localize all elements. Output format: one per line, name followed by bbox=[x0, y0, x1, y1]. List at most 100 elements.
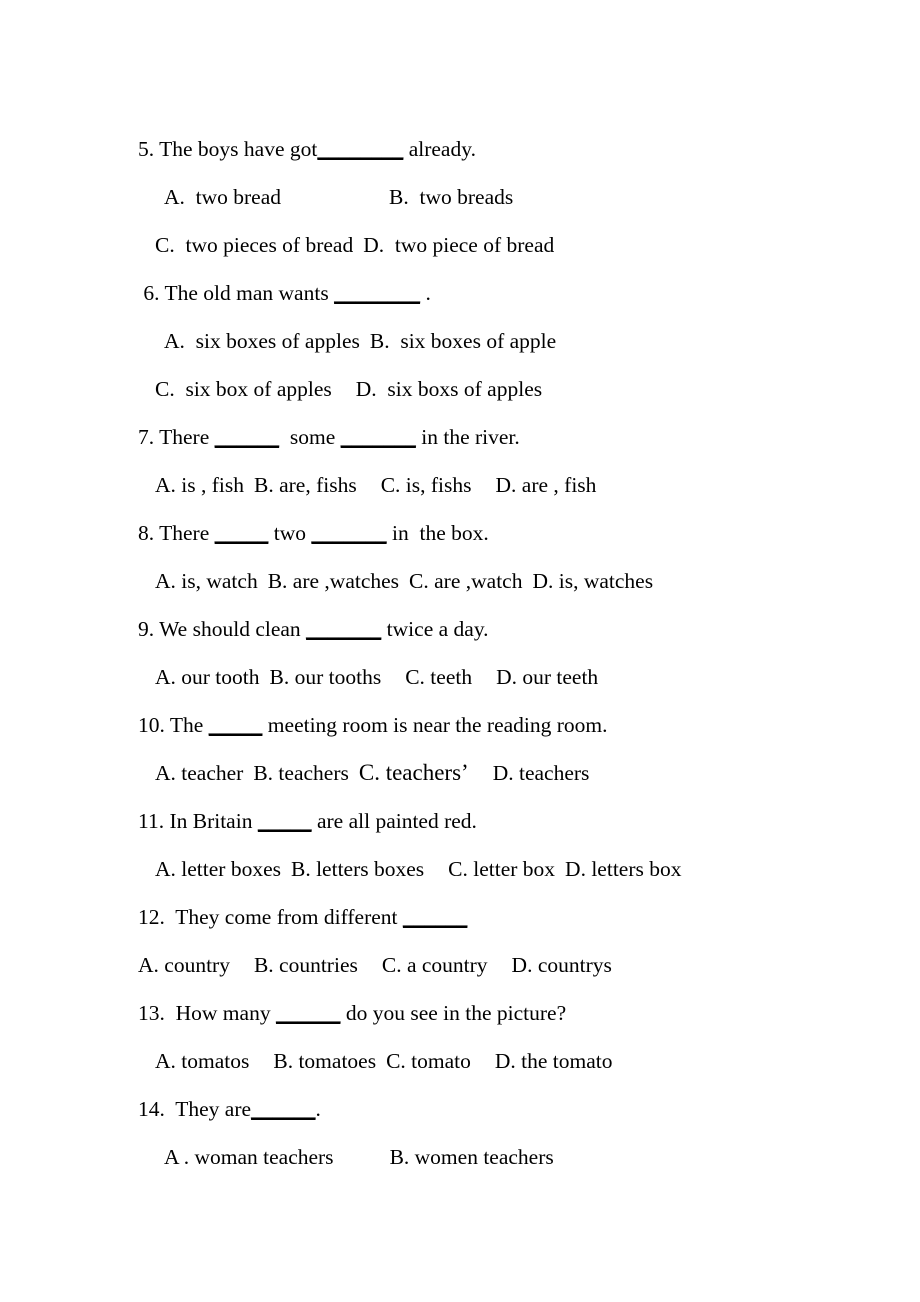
option-14-b[interactable]: B. women teachers bbox=[390, 1145, 554, 1169]
option-13-c[interactable]: C. tomato bbox=[386, 1049, 471, 1073]
option-9-a[interactable]: A. our tooth bbox=[155, 665, 260, 689]
option-8-c[interactable]: C. are ,watch bbox=[409, 569, 522, 593]
question-stem-12-text: 12. They come from different bbox=[138, 905, 403, 929]
question-stem-6: 6. The old man wants ________ . bbox=[0, 269, 920, 317]
option-12-a[interactable]: A. country bbox=[138, 953, 230, 977]
question-stem-5-text: 5. The boys have got bbox=[138, 137, 318, 161]
option-11-d[interactable]: D. letters box bbox=[565, 857, 681, 881]
question-blank-12: ______ bbox=[402, 905, 468, 929]
question-stem-7: 7. There ______ some _______ in the rive… bbox=[0, 413, 920, 461]
option-10-a[interactable]: A. teacher bbox=[155, 761, 243, 785]
option-10-d[interactable]: D. teachers bbox=[493, 761, 590, 785]
option-row-5-cd: C. two pieces of bread D. two piece of br… bbox=[0, 221, 920, 269]
option-13-b[interactable]: B. tomatoes bbox=[273, 1049, 376, 1073]
option-5-c[interactable]: C. two pieces of bread bbox=[155, 233, 353, 257]
question-stem-10-after: meeting room is near the reading room. bbox=[262, 713, 608, 737]
option-8-d[interactable]: D. is, watches bbox=[532, 569, 653, 593]
option-9-d[interactable]: D. our teeth bbox=[496, 665, 598, 689]
question-stem-8-text: 8. There bbox=[138, 521, 215, 545]
question-stem-11-after: are all painted red. bbox=[311, 809, 477, 833]
question-stem-6-after: . bbox=[420, 281, 431, 305]
option-row-9: A. our tooth B. our tooths C. teeth D. our … bbox=[0, 653, 920, 701]
question-stem-8-mid: two bbox=[268, 521, 312, 545]
option-12-d[interactable]: D. countrys bbox=[512, 953, 612, 977]
question-block-13: 13. How many ______ do you see in the pi… bbox=[0, 989, 920, 1085]
question-block-14: 14. They are______. A . woman teachers B.… bbox=[0, 1085, 920, 1181]
option-10-b[interactable]: B. teachers bbox=[253, 761, 349, 785]
question-stem-6-text: 6. The old man wants bbox=[138, 281, 335, 305]
question-stem-11: 11. In Britain _____ are all painted red… bbox=[0, 797, 920, 845]
option-12-b[interactable]: B. countries bbox=[254, 953, 358, 977]
option-7-a[interactable]: A. is , fish bbox=[155, 473, 244, 497]
question-stem-8: 8. There _____ two _______ in the box. bbox=[0, 509, 920, 557]
option-row-6-cd: C. six box of apples D. six boxs of apple… bbox=[0, 365, 920, 413]
option-row-5-ab: A. two bread B. two breads bbox=[0, 173, 920, 221]
option-row-7: A. is , fish B. are, fishs C. is, fishs D. … bbox=[0, 461, 920, 509]
option-8-b[interactable]: B. are ,watches bbox=[268, 569, 399, 593]
worksheet-page: 5. The boys have got________ already. A.… bbox=[0, 0, 920, 1302]
question-block-10: 10. The _____ meeting room is near the r… bbox=[0, 701, 920, 797]
question-stem-10: 10. The _____ meeting room is near the r… bbox=[0, 701, 920, 749]
option-5-a[interactable]: A. two bread bbox=[164, 185, 281, 209]
question-block-11: 11. In Britain _____ are all painted red… bbox=[0, 797, 920, 893]
question-blank-10: _____ bbox=[208, 713, 263, 737]
option-row-10: A. teacher B. teachers C. teachers’ D. teac… bbox=[0, 749, 920, 797]
question-stem-13: 13. How many ______ do you see in the pi… bbox=[0, 989, 920, 1037]
option-7-c[interactable]: C. is, fishs bbox=[381, 473, 472, 497]
question-stem-13-after: do you see in the picture? bbox=[340, 1001, 567, 1025]
question-stem-7-mid: some bbox=[279, 425, 341, 449]
question-blank-8-1: _____ bbox=[214, 521, 269, 545]
question-blank-13: ______ bbox=[275, 1001, 341, 1025]
option-11-a[interactable]: A. letter boxes bbox=[155, 857, 281, 881]
question-stem-14-after: . bbox=[315, 1097, 321, 1121]
question-stem-5-after: already. bbox=[403, 137, 476, 161]
question-blank-7-2: _______ bbox=[340, 425, 416, 449]
question-stem-9-after: twice a day. bbox=[381, 617, 489, 641]
question-blank-6: ________ bbox=[334, 281, 421, 305]
option-6-b[interactable]: B. six boxes of apple bbox=[370, 329, 556, 353]
question-stem-10-text: 10. The bbox=[138, 713, 209, 737]
question-stem-13-text: 13. How many bbox=[138, 1001, 276, 1025]
question-blank-7-1: ______ bbox=[214, 425, 280, 449]
option-6-a[interactable]: A. six boxes of apples bbox=[164, 329, 360, 353]
option-6-c[interactable]: C. six box of apples bbox=[155, 377, 332, 401]
option-12-c[interactable]: C. a country bbox=[382, 953, 488, 977]
question-stem-5: 5. The boys have got________ already. bbox=[0, 125, 920, 173]
question-blank-5: ________ bbox=[317, 137, 404, 161]
option-11-b[interactable]: B. letters boxes bbox=[291, 857, 424, 881]
option-14-a[interactable]: A . woman teachers bbox=[164, 1145, 334, 1169]
option-row-14: A . woman teachers B. women teachers bbox=[0, 1133, 920, 1181]
option-row-8: A. is, watch B. are ,watches C. are ,watch… bbox=[0, 557, 920, 605]
option-13-a[interactable]: A. tomatos bbox=[155, 1049, 249, 1073]
question-blank-11: _____ bbox=[257, 809, 312, 833]
question-stem-14-text: 14. They are bbox=[138, 1097, 252, 1121]
option-5-b[interactable]: B. two breads bbox=[389, 185, 513, 209]
option-5-d[interactable]: D. two piece of bread bbox=[363, 233, 554, 257]
question-stem-8-after: in the box. bbox=[386, 521, 489, 545]
question-stem-11-text: 11. In Britain bbox=[138, 809, 258, 833]
question-blank-14: ______ bbox=[251, 1097, 316, 1121]
option-9-c[interactable]: C. teeth bbox=[405, 665, 472, 689]
question-stem-12: 12. They come from different ______ bbox=[0, 893, 920, 941]
option-11-c[interactable]: C. letter box bbox=[448, 857, 555, 881]
question-block-6: 6. The old man wants ________ . A. six b… bbox=[0, 269, 920, 413]
option-row-11: A. letter boxes B. letters boxes C. letter… bbox=[0, 845, 920, 893]
option-8-a[interactable]: A. is, watch bbox=[155, 569, 258, 593]
question-block-12: 12. They come from different ______ A. c… bbox=[0, 893, 920, 989]
question-block-5: 5. The boys have got________ already. A.… bbox=[0, 125, 920, 269]
option-7-b[interactable]: B. are, fishs bbox=[254, 473, 357, 497]
question-block-9: 9. We should clean _______ twice a day. … bbox=[0, 605, 920, 701]
option-9-b[interactable]: B. our tooths bbox=[270, 665, 382, 689]
option-13-d[interactable]: D. the tomato bbox=[495, 1049, 613, 1073]
question-stem-14: 14. They are______. bbox=[0, 1085, 920, 1133]
question-blank-8-2: _______ bbox=[311, 521, 387, 545]
question-stem-9: 9. We should clean _______ twice a day. bbox=[0, 605, 920, 653]
question-stem-7-text: 7. There bbox=[138, 425, 215, 449]
question-stem-9-text: 9. We should clean bbox=[138, 617, 307, 641]
option-10-c[interactable]: C. teachers’ bbox=[359, 760, 469, 785]
option-6-d[interactable]: D. six boxs of apples bbox=[356, 377, 542, 401]
option-row-13: A. tomatos B. tomatoes C. tomato D. the tom… bbox=[0, 1037, 920, 1085]
question-block-8: 8. There _____ two _______ in the box. A… bbox=[0, 509, 920, 605]
option-7-d[interactable]: D. are , fish bbox=[496, 473, 597, 497]
question-blank-9: _______ bbox=[306, 617, 382, 641]
